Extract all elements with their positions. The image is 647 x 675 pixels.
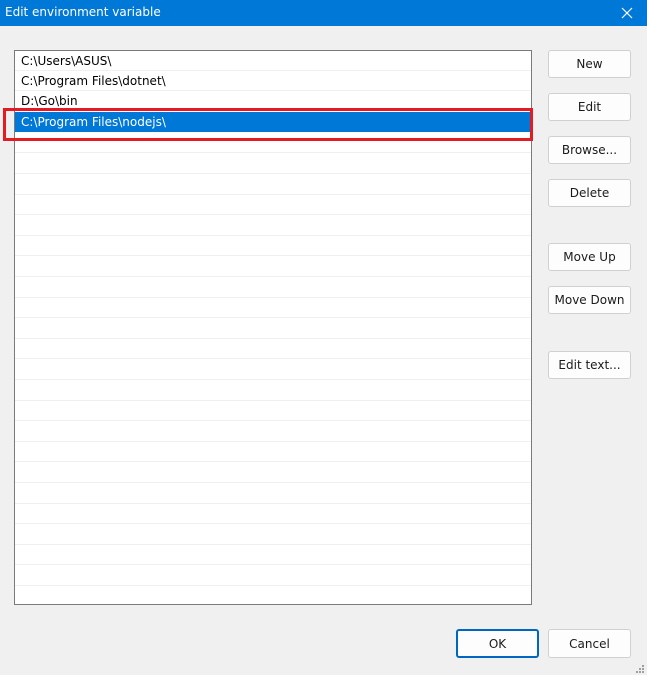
path-list[interactable]: C:\Users\ASUS\ C:\Program Files\dotnet\ …	[14, 50, 532, 605]
empty-list-row[interactable]	[15, 504, 531, 525]
empty-list-row[interactable]	[15, 216, 531, 236]
ok-button[interactable]: OK	[456, 629, 539, 658]
empty-list-row[interactable]	[15, 422, 531, 442]
list-item-text: C:\Program Files\nodejs\	[21, 115, 166, 129]
empty-list-row[interactable]	[15, 298, 531, 319]
empty-list-row[interactable]	[15, 236, 531, 257]
list-item[interactable]: C:\Program Files\dotnet\	[15, 71, 531, 91]
edit-environment-variable-dialog: Edit environment variable C:\Users\ASUS\…	[0, 0, 647, 675]
title-bar: Edit environment variable	[0, 0, 647, 26]
resize-grip-icon	[636, 665, 644, 673]
empty-list-row[interactable]	[15, 566, 531, 586]
resize-grip[interactable]	[635, 663, 645, 673]
empty-list-row[interactable]	[15, 463, 531, 483]
edit-button[interactable]: Edit	[548, 93, 631, 121]
delete-button[interactable]: Delete	[548, 179, 631, 207]
empty-list-row[interactable]	[15, 545, 531, 566]
move-down-button[interactable]: Move Down	[548, 286, 631, 314]
empty-list-row[interactable]	[15, 133, 531, 154]
empty-list-row[interactable]	[15, 360, 531, 380]
empty-list-row[interactable]	[15, 278, 531, 298]
empty-list-row[interactable]	[15, 381, 531, 401]
empty-list-row[interactable]	[15, 484, 531, 504]
empty-list-row[interactable]	[15, 319, 531, 339]
browse-button[interactable]: Browse...	[548, 136, 631, 164]
empty-list-row[interactable]	[15, 525, 531, 545]
list-item[interactable]: D:\Go\bin	[15, 91, 531, 111]
list-item-selected[interactable]: C:\Program Files\nodejs\	[15, 112, 531, 132]
empty-list-row[interactable]	[15, 587, 531, 604]
list-item-text: C:\Program Files\dotnet\	[21, 74, 166, 88]
list-item-text: D:\Go\bin	[21, 94, 78, 108]
empty-list-row[interactable]	[15, 195, 531, 216]
empty-list-row[interactable]	[15, 401, 531, 422]
move-up-button[interactable]: Move Up	[548, 243, 631, 271]
empty-list-row[interactable]	[15, 154, 531, 174]
new-button[interactable]: New	[548, 50, 631, 78]
list-item[interactable]: C:\Users\ASUS\	[15, 51, 531, 71]
empty-list-row[interactable]	[15, 257, 531, 277]
empty-list-row[interactable]	[15, 339, 531, 360]
list-item-text: C:\Users\ASUS\	[21, 54, 112, 68]
close-button[interactable]	[607, 0, 647, 26]
edit-text-button[interactable]: Edit text...	[548, 351, 631, 379]
cancel-button[interactable]: Cancel	[548, 629, 631, 658]
close-icon	[621, 7, 633, 19]
window-title: Edit environment variable	[5, 5, 161, 19]
empty-list-row[interactable]	[15, 442, 531, 463]
empty-list-row[interactable]	[15, 175, 531, 195]
